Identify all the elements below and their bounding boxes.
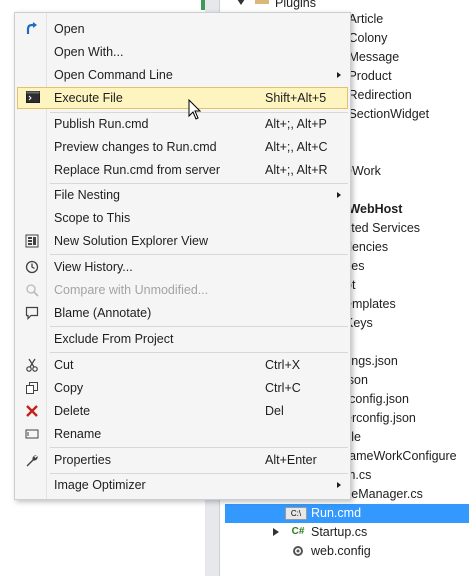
console-icon [25,91,41,105]
menu-item-label: Open With... [54,45,124,59]
expand-arrow-icon[interactable] [273,528,279,536]
tree-item-label: dencies [345,240,389,254]
menu-item-execute-file[interactable]: Execute File Shift+Alt+5 [17,87,348,109]
menu-item-copy[interactable]: Copy Ctrl+C [17,377,348,399]
menu-item-label: Properties [54,453,111,467]
csharp-file-icon: C# [291,526,305,537]
config-file-icon [291,545,305,557]
menu-item-label: Execute File [54,91,123,105]
menu-item-publish[interactable]: Publish Run.cmd Alt+;, Alt+P [17,113,348,135]
mouse-pointer-icon [188,99,202,120]
menu-item-properties[interactable]: Properties Alt+Enter [17,449,348,471]
comment-bubble-icon [24,306,40,320]
tree-item-run-cmd[interactable]: C:\ Run.cmd [225,504,469,523]
menu-item-label: Open Command Line [54,68,173,82]
open-arrow-icon [24,22,40,36]
tree-item-label: Run.cmd [311,506,362,520]
menu-item-label: Open [54,22,85,36]
menu-separator [50,326,348,327]
wrench-icon [24,453,40,467]
menu-item-shortcut: Del [265,404,284,418]
menu-item-rename[interactable]: Rename [17,423,348,445]
folder-icon [255,0,269,4]
menu-separator [50,254,348,255]
context-menu: Open Open With... Open Command Line Exec… [14,12,351,500]
cmd-file-icon: C:\ [285,507,307,520]
tree-item-label: emplates [345,297,396,311]
tree-item-startup-cs[interactable]: C# Startup.cs [225,523,469,542]
menu-item-blame[interactable]: Blame (Annotate) [17,302,348,324]
menu-item-open-with[interactable]: Open With... [17,41,348,63]
history-clock-icon [24,260,40,274]
tree-item-label: rameWorkConfigure [345,449,457,463]
menu-item-label: Preview changes to Run.cmd [54,140,217,154]
menu-item-label: View History... [54,260,133,274]
tree-item-web-config[interactable]: web.config [225,542,469,561]
menu-item-open[interactable]: Open [17,18,348,40]
menu-item-label: Cut [54,358,74,372]
tree-item-label: Startup.cs [311,525,368,539]
menu-item-view-history[interactable]: View History... [17,256,348,278]
menu-separator [50,352,348,353]
tree-item-label: rconfig.json [345,392,409,406]
menu-item-shortcut: Alt+Enter [265,453,317,467]
tree-item-label: tings.json [345,354,398,368]
menu-item-label: Compare with Unmodified... [54,283,209,297]
menu-item-shortcut: Ctrl+X [265,358,301,372]
menu-item-label: Copy [54,381,84,395]
menu-item-label: Blame (Annotate) [54,306,152,320]
tree-item-label: .Redirection [345,88,412,102]
menu-item-compare-unmodified[interactable]: Compare with Unmodified... [17,279,348,301]
menu-item-shortcut: Ctrl+C [265,381,301,395]
tree-item-label: .WebHost [345,202,403,216]
tree-item-label: .SectionWidget [345,107,430,121]
menu-item-label: Delete [54,404,91,418]
submenu-arrow-icon [337,482,341,488]
copy-icon [24,381,40,395]
menu-item-label: File Nesting [54,188,120,202]
tree-item-label: .Product [345,69,392,83]
menu-item-shortcut: Alt+;, Alt+P [265,117,327,131]
menu-item-label: Publish Run.cmd [54,117,149,131]
menu-separator [50,447,348,448]
compare-icon [24,283,40,297]
menu-item-label: Rename [54,427,102,441]
tree-item-label: .Colony [345,31,388,45]
menu-item-replace-from-server[interactable]: Replace Run.cmd from server Alt+;, Alt+R [17,159,348,181]
menu-item-delete[interactable]: Delete Del [17,400,348,422]
menu-item-exclude-from-project[interactable]: Exclude From Project [17,328,348,350]
new-view-icon [24,234,40,248]
menu-item-shortcut: Alt+;, Alt+C [265,140,328,154]
menu-item-file-nesting[interactable]: File Nesting [17,184,348,206]
tree-item-label: cted Services [345,221,421,235]
menu-item-shortcut: Shift+Alt+5 [265,91,327,105]
menu-item-label: Scope to This [54,211,131,225]
menu-item-image-optimizer[interactable]: Image Optimizer [17,474,348,496]
tree-item-label: erconfig.json [345,411,416,425]
menu-item-shortcut: Alt+;, Alt+R [265,163,328,177]
menu-item-open-command-line[interactable]: Open Command Line [17,64,348,86]
menu-item-label: Exclude From Project [54,332,174,346]
tree-item-label: .Message [345,50,400,64]
menu-item-label: Image Optimizer [54,478,146,492]
tree-item-label: web.config [311,544,371,558]
menu-item-new-solution-explorer-view[interactable]: New Solution Explorer View [17,230,348,252]
menu-item-label: New Solution Explorer View [54,234,209,248]
menu-item-label: Replace Run.cmd from server [54,163,221,177]
menu-item-cut[interactable]: Cut Ctrl+X [17,354,348,376]
scissors-icon [24,358,40,372]
menu-item-preview-changes[interactable]: Preview changes to Run.cmd Alt+;, Alt+C [17,136,348,158]
tree-item-label: ceManager.cs [345,487,423,501]
submenu-arrow-icon [337,72,341,78]
submenu-arrow-icon [337,192,341,198]
rename-icon [24,427,40,441]
collapse-arrow-icon[interactable] [237,0,245,5]
delete-x-icon [24,404,40,418]
menu-item-scope-to-this[interactable]: Scope to This [17,207,348,229]
